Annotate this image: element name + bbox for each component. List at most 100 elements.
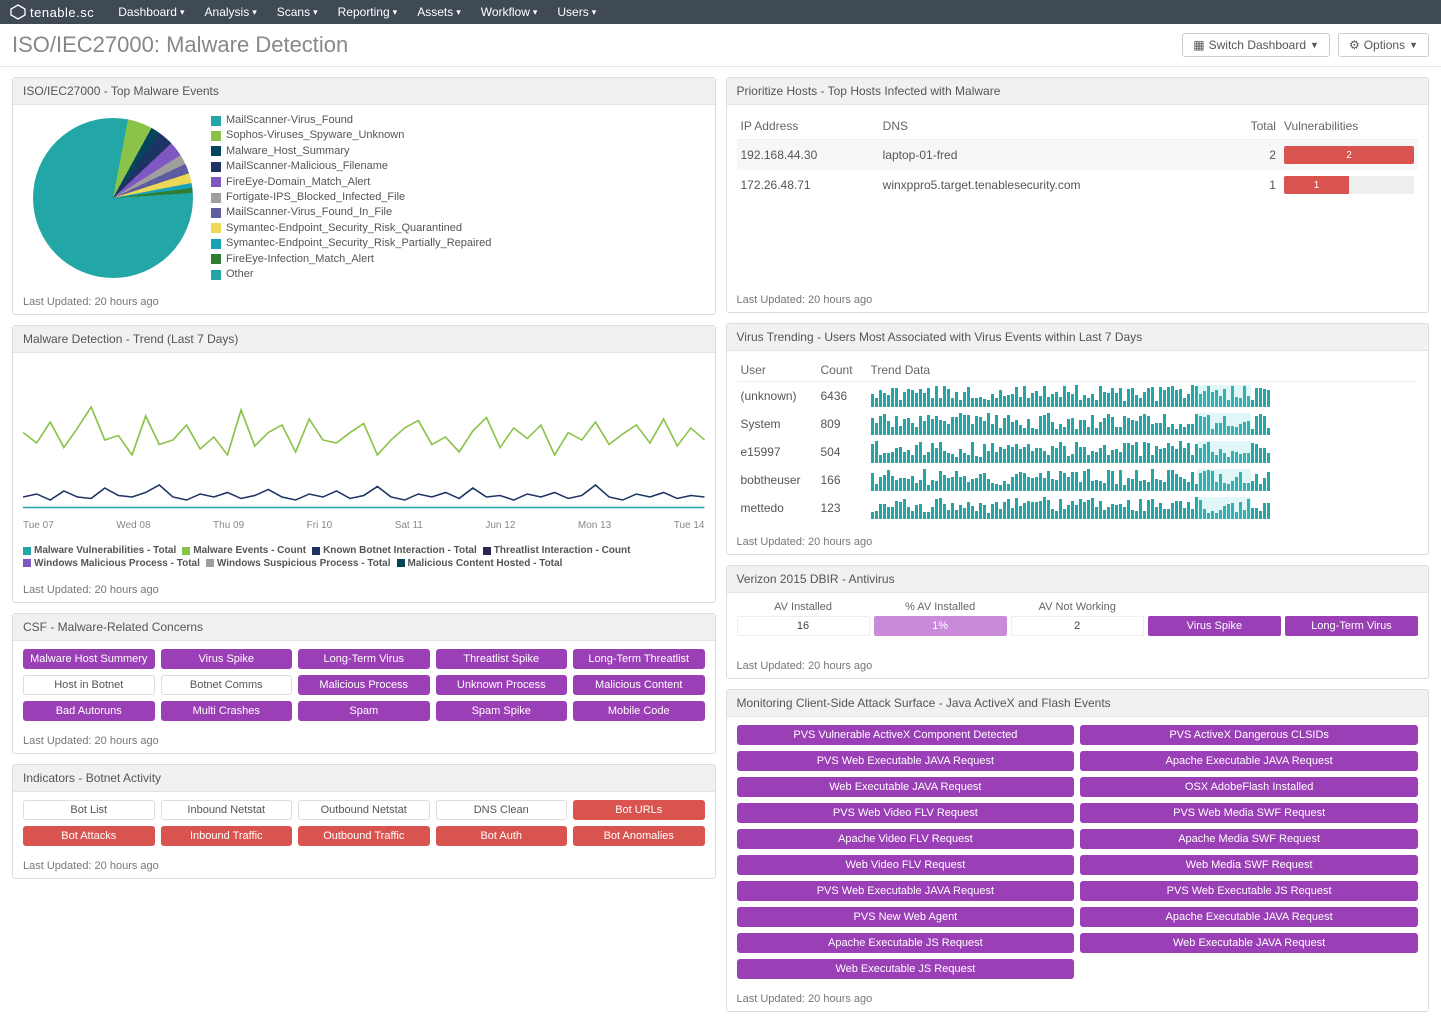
dbir-row: 161%2Virus SpikeLong-Term Virus [737, 616, 1419, 636]
csf-cell[interactable]: Malicious Content [573, 675, 705, 695]
legend-label: Symantec-Endpoint_Security_Risk_Quaranti… [226, 221, 462, 236]
csf-cell[interactable]: Multi Crashes [161, 701, 293, 721]
chevron-down-icon: ▾ [252, 7, 257, 18]
dbir-cell[interactable]: 2 [1011, 616, 1144, 636]
chevron-down-icon: ▾ [533, 7, 538, 18]
csf-cell[interactable]: Mobile Code [573, 701, 705, 721]
nav-reporting[interactable]: Reporting ▾ [338, 5, 398, 19]
col-header: Trend Data [867, 359, 1419, 382]
attack-cell[interactable]: OSX AdobeFlash Installed [1080, 777, 1418, 797]
legend-item: Symantec-Endpoint_Security_Risk_Quaranti… [211, 221, 491, 236]
botnet-cell[interactable]: Inbound Traffic [161, 826, 293, 846]
botnet-cell[interactable]: DNS Clean [436, 800, 568, 820]
dbir-updated: Last Updated: 20 hours ago [727, 654, 1429, 678]
table-row[interactable]: bobtheuser166 [737, 466, 1419, 494]
legend-swatch [211, 146, 221, 156]
legend-swatch [211, 223, 221, 233]
dbir-cell[interactable]: Virus Spike [1148, 616, 1281, 636]
nav-scans[interactable]: Scans ▾ [277, 5, 318, 19]
legend-swatch [211, 193, 221, 203]
botnet-cell[interactable]: Bot Attacks [23, 826, 155, 846]
nav-dashboard[interactable]: Dashboard ▾ [118, 5, 184, 19]
csf-cell[interactable]: Spam [298, 701, 430, 721]
dbir-col [1148, 601, 1281, 613]
nav-analysis[interactable]: Analysis ▾ [205, 5, 257, 19]
dbir-cell[interactable]: 1% [874, 616, 1007, 636]
attack-cell[interactable]: Apache Media SWF Request [1080, 829, 1418, 849]
legend-swatch [211, 270, 221, 280]
attack-updated: Last Updated: 20 hours ago [727, 987, 1429, 1011]
csf-cell[interactable]: Long-Term Virus [298, 649, 430, 669]
csf-cell[interactable]: Bad Autoruns [23, 701, 155, 721]
nav-assets[interactable]: Assets ▾ [417, 5, 461, 19]
botnet-cell[interactable]: Bot Auth [436, 826, 568, 846]
col-header: Vulnerabilities [1280, 113, 1418, 140]
dbir-cell[interactable]: Long-Term Virus [1285, 616, 1418, 636]
switch-dashboard-button[interactable]: ▦ Switch Dashboard ▼ [1182, 33, 1330, 57]
csf-cell[interactable]: Virus Spike [161, 649, 293, 669]
user-cell: bobtheuser [737, 466, 817, 494]
attack-cell[interactable]: Apache Executable JS Request [737, 933, 1075, 953]
table-row[interactable]: (unknown)6436 [737, 382, 1419, 411]
csf-cell[interactable]: Spam Spike [436, 701, 568, 721]
table-row[interactable]: mettedo123 [737, 494, 1419, 522]
attack-cell[interactable]: Web Executable JAVA Request [737, 777, 1075, 797]
botnet-cell[interactable]: Bot URLs [573, 800, 705, 820]
attack-title: Monitoring Client-Side Attack Surface - … [727, 690, 1429, 717]
botnet-cell[interactable]: Bot List [23, 800, 155, 820]
trend-legend: Malware Vulnerabilities - TotalMalware E… [23, 545, 705, 570]
page-header: ISO/IEC27000: Malware Detection ▦ Switch… [0, 24, 1441, 67]
botnet-cell[interactable]: Bot Anomalies [573, 826, 705, 846]
csf-title: CSF - Malware-Related Concerns [13, 614, 715, 641]
table-row[interactable]: 192.168.44.30laptop-01-fred22 [737, 140, 1419, 171]
csf-cell[interactable]: Threatlist Spike [436, 649, 568, 669]
trend-cell [867, 438, 1419, 466]
botnet-cell[interactable]: Outbound Traffic [298, 826, 430, 846]
attack-cell[interactable]: Web Video FLV Request [737, 855, 1075, 875]
attack-cell[interactable]: Apache Executable JAVA Request [1080, 751, 1418, 771]
chevron-down-icon: ▾ [456, 7, 461, 18]
legend-swatch [211, 177, 221, 187]
botnet-cell[interactable]: Inbound Netstat [161, 800, 293, 820]
ip-cell: 192.168.44.30 [737, 140, 879, 171]
csf-cell[interactable]: Malicious Process [298, 675, 430, 695]
attack-cell[interactable]: PVS Web Executable JAVA Request [737, 881, 1075, 901]
csf-cell[interactable]: Unknown Process [436, 675, 568, 695]
botnet-cell[interactable]: Outbound Netstat [298, 800, 430, 820]
dns-cell: laptop-01-fred [879, 140, 1224, 171]
count-cell: 809 [817, 410, 867, 438]
attack-cell[interactable]: PVS ActiveX Dangerous CLSIDs [1080, 725, 1418, 745]
attack-cell[interactable]: Apache Executable JAVA Request [1080, 907, 1418, 927]
csf-cell[interactable]: Malware Host Summery [23, 649, 155, 669]
legend-item: MailScanner-Malicious_Filename [211, 159, 491, 174]
options-button[interactable]: ⚙ Options ▼ [1338, 33, 1429, 57]
attack-cell[interactable]: PVS Web Media SWF Request [1080, 803, 1418, 823]
ip-cell: 172.26.48.71 [737, 170, 879, 200]
attack-cell[interactable]: PVS Web Executable JAVA Request [737, 751, 1075, 771]
legend-label: FireEye-Infection_Match_Alert [226, 252, 374, 267]
csf-cell[interactable]: Botnet Comms [161, 675, 293, 695]
nav-workflow[interactable]: Workflow ▾ [481, 5, 538, 19]
attack-cell[interactable]: Web Executable JS Request [737, 959, 1075, 979]
attack-cell[interactable]: Apache Video FLV Request [737, 829, 1075, 849]
attack-cell[interactable]: Web Executable JAVA Request [1080, 933, 1418, 953]
x-tick: Thu 09 [213, 520, 244, 531]
legend-label: FireEye-Domain_Match_Alert [226, 175, 370, 190]
attack-cell[interactable]: PVS New Web Agent [737, 907, 1075, 927]
attack-cell[interactable]: PVS Web Executable JS Request [1080, 881, 1418, 901]
dbir-cell[interactable]: 16 [737, 616, 870, 636]
legend-swatch [397, 559, 405, 567]
table-row[interactable]: 172.26.48.71winxppro5.target.tenablesecu… [737, 170, 1419, 200]
table-row[interactable]: System809 [737, 410, 1419, 438]
csf-cell[interactable]: Long-Term Threatlist [573, 649, 705, 669]
attack-cell[interactable]: PVS Vulnerable ActiveX Component Detecte… [737, 725, 1075, 745]
attack-cell[interactable]: Web Media SWF Request [1080, 855, 1418, 875]
trend-title: Malware Detection - Trend (Last 7 Days) [13, 326, 715, 353]
x-tick: Wed 08 [116, 520, 150, 531]
legend-item: MailScanner-Virus_Found_In_File [211, 205, 491, 220]
nav-users[interactable]: Users ▾ [557, 5, 596, 19]
legend-swatch [23, 547, 31, 555]
attack-cell[interactable]: PVS Web Video FLV Request [737, 803, 1075, 823]
csf-cell[interactable]: Host in Botnet [23, 675, 155, 695]
table-row[interactable]: e15997504 [737, 438, 1419, 466]
